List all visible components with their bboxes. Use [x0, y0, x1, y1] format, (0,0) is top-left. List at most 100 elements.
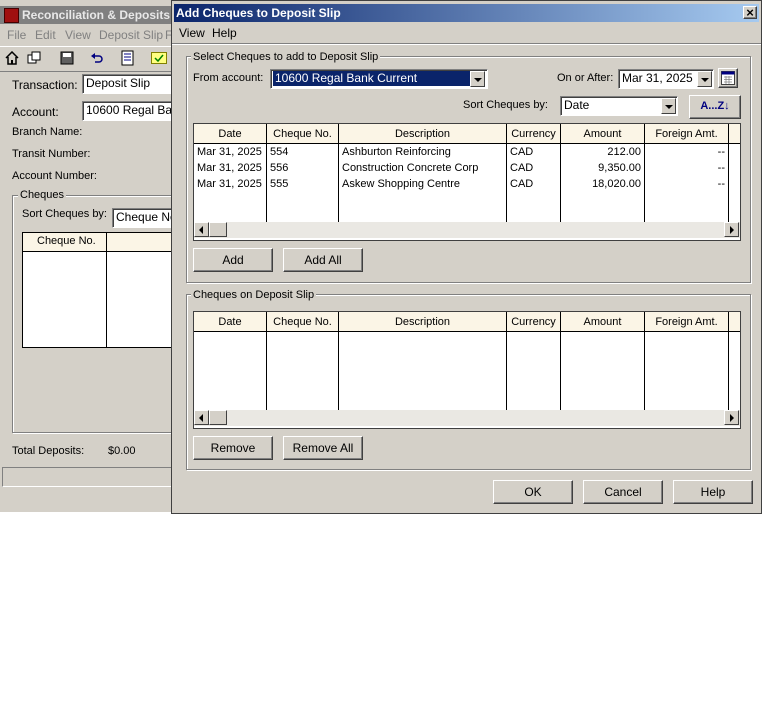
- deposit-scroll-right-button[interactable]: [724, 410, 739, 425]
- close-button[interactable]: ×: [743, 6, 757, 19]
- deposit-col-header-amount[interactable]: Amount: [560, 312, 645, 332]
- add-button[interactable]: Add: [193, 248, 273, 272]
- cell-date: Mar 31, 2025: [194, 143, 267, 160]
- filler: [728, 192, 740, 222]
- filler: [266, 331, 339, 412]
- ok-button[interactable]: OK: [493, 480, 573, 504]
- deposit-cheques-table-frame[interactable]: Date Cheque No. Description Currency Amo…: [193, 311, 741, 429]
- cell-foreign: --: [644, 160, 729, 176]
- bg-sort-field[interactable]: Cheque No: [112, 208, 174, 228]
- deposit-header-row: Date Cheque No. Description Currency Amo…: [194, 312, 740, 332]
- background-window: Reconciliation & Deposits File Edit View…: [0, 0, 182, 512]
- add-button-label: Add: [222, 253, 244, 267]
- filler: [194, 192, 267, 222]
- app-icon: [4, 8, 19, 23]
- cell-cheque-no: 554: [266, 143, 339, 160]
- home-icon[interactable]: [5, 50, 19, 65]
- bg-menu-file[interactable]: File: [7, 28, 26, 42]
- filler: [338, 192, 507, 222]
- help-button[interactable]: Help: [673, 480, 753, 504]
- table-row[interactable]: Mar 31, 2025 556 Construction Concrete C…: [194, 160, 740, 176]
- cell-foreign: --: [644, 176, 729, 192]
- calendar-button[interactable]: [718, 68, 738, 88]
- undo-icon[interactable]: [90, 51, 104, 65]
- dialog-menu-view[interactable]: View: [179, 26, 205, 40]
- add-all-button[interactable]: Add All: [283, 248, 363, 272]
- bg-cheque-list[interactable]: Cheque No.: [22, 232, 176, 348]
- filler: [338, 331, 507, 412]
- col-header-description[interactable]: Description: [338, 124, 507, 144]
- transaction-field[interactable]: Deposit Slip: [82, 74, 174, 94]
- journal-icon[interactable]: [120, 50, 136, 66]
- calendar-icon: [721, 71, 735, 88]
- deposit-col-header-description[interactable]: Description: [338, 312, 507, 332]
- col-header-cheque-no[interactable]: Cheque No.: [266, 124, 339, 144]
- deposit-col-header-currency[interactable]: Currency: [506, 312, 561, 332]
- col-header-spacer: [728, 124, 740, 144]
- table-row[interactable]: Mar 31, 2025 555 Askew Shopping Centre C…: [194, 176, 740, 192]
- sort-az-label: A...Z: [700, 100, 725, 112]
- col-header-date[interactable]: Date: [194, 124, 267, 144]
- bg-menu-edit[interactable]: Edit: [35, 28, 56, 42]
- total-deposits-value: $0.00: [108, 445, 136, 457]
- deposit-cheques-table: Date Cheque No. Description Currency Amo…: [194, 312, 740, 412]
- dialog-titlebar: Add Cheques to Deposit Slip: [174, 4, 759, 22]
- cell-currency: CAD: [506, 160, 561, 176]
- sort-dropdown-button[interactable]: [661, 98, 676, 114]
- deposit-col-header-spacer: [728, 312, 740, 332]
- available-cheques-table-frame[interactable]: Date Cheque No. Description Currency Amo…: [193, 123, 741, 241]
- table-row[interactable]: Mar 31, 2025 554 Ashburton Reinforcing C…: [194, 143, 740, 160]
- bg-col-cheque-no: Cheque No.: [37, 235, 96, 247]
- account-field[interactable]: 10600 Regal Ban: [82, 101, 174, 121]
- sort-arrow-icon: ↓: [724, 100, 730, 112]
- col-header-amount[interactable]: Amount: [560, 124, 645, 144]
- cancel-button[interactable]: Cancel: [583, 480, 663, 504]
- deposit-slip-group-title: Cheques on Deposit Slip: [191, 289, 317, 301]
- remove-all-button[interactable]: Remove All: [283, 436, 363, 460]
- deposit-scroll-thumb[interactable]: [209, 410, 227, 425]
- background-titlebar: Reconciliation & Deposits: [0, 6, 172, 24]
- remove-button[interactable]: Remove: [193, 436, 273, 460]
- deposit-col-header-foreign-amt[interactable]: Foreign Amt.: [644, 312, 729, 332]
- on-or-after-label: On or After:: [557, 72, 614, 84]
- windows-icon[interactable]: [27, 51, 41, 65]
- help-button-label: Help: [700, 485, 726, 499]
- scroll-right-button[interactable]: [724, 222, 739, 237]
- scroll-thumb[interactable]: [209, 222, 227, 237]
- filler: [266, 192, 339, 222]
- deposit-horizontal-scrollbar[interactable]: [194, 410, 740, 426]
- cell-foreign: --: [644, 143, 729, 160]
- transaction-label: Transaction:: [12, 78, 78, 92]
- on-or-after-dropdown-button[interactable]: [697, 71, 712, 87]
- add-all-button-label: Add All: [304, 253, 342, 267]
- save-icon[interactable]: [60, 51, 74, 65]
- available-horizontal-scrollbar[interactable]: [194, 222, 740, 238]
- cell-spacer: [728, 176, 740, 192]
- deposit-scroll-left-button[interactable]: [194, 410, 209, 425]
- deposit-filler-row: [194, 331, 740, 412]
- ok-button-label: OK: [524, 485, 542, 499]
- bg-menu-view[interactable]: View: [65, 28, 91, 42]
- dialog-menu-help[interactable]: Help: [212, 26, 237, 40]
- close-icon: ×: [746, 5, 754, 20]
- scroll-left-button[interactable]: [194, 222, 209, 237]
- from-account-label: From account:: [193, 72, 264, 84]
- background-menu-bar: File Edit View Deposit Slip F: [0, 26, 172, 44]
- col-header-currency[interactable]: Currency: [506, 124, 561, 144]
- sort-az-button[interactable]: A...Z↓: [689, 95, 741, 119]
- bg-status-bar: [2, 467, 174, 487]
- post-icon[interactable]: [151, 52, 167, 64]
- dialog-title: Add Cheques to Deposit Slip: [176, 6, 341, 20]
- cell-cheque-no: 556: [266, 160, 339, 176]
- deposit-col-header-date[interactable]: Date: [194, 312, 267, 332]
- from-account-dropdown-button[interactable]: [470, 71, 485, 87]
- available-cheques-table: Date Cheque No. Description Currency Amo…: [194, 124, 740, 222]
- col-header-foreign-amt[interactable]: Foreign Amt.: [644, 124, 729, 144]
- cell-date: Mar 31, 2025: [194, 160, 267, 176]
- background-title: Reconciliation & Deposits: [22, 8, 171, 22]
- cell-amount: 212.00: [560, 143, 645, 160]
- deposit-col-header-cheque-no[interactable]: Cheque No.: [266, 312, 339, 332]
- from-account-select[interactable]: 10600 Regal Bank Current: [270, 69, 488, 89]
- cell-spacer: [728, 160, 740, 176]
- bg-menu-deposit-slip[interactable]: Deposit Slip: [99, 28, 163, 42]
